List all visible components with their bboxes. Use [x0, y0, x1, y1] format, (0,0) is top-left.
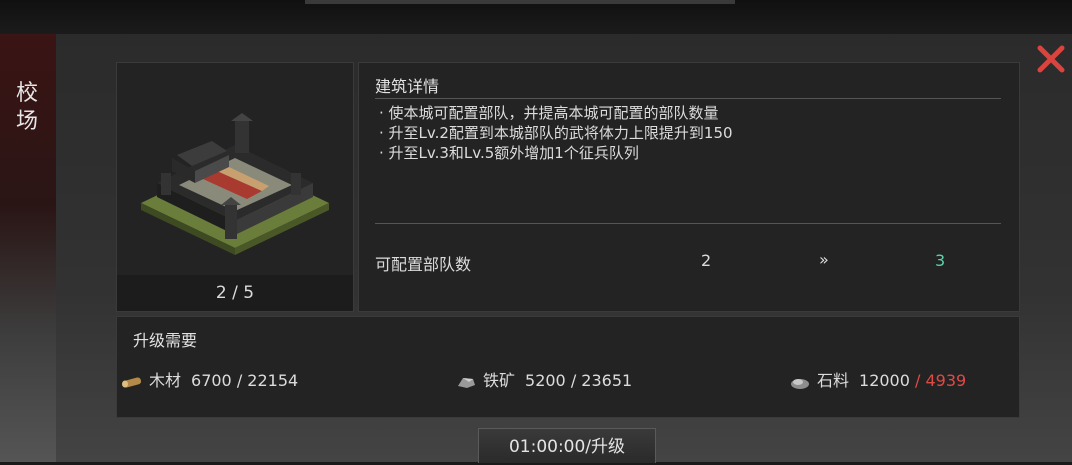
- resource-have: 22154: [247, 371, 299, 390]
- resource-have-insufficient: 4939: [925, 371, 967, 390]
- divider: [375, 98, 1001, 99]
- top-tab: [305, 0, 735, 4]
- upgrade-requirements-panel: 升级需要 木材 6700 / 22154 铁矿 5200 / 23651 石料 120…: [116, 316, 1020, 418]
- requirements-title: 升级需要: [133, 331, 198, 350]
- wood-icon: [122, 376, 142, 388]
- description-line: · 升至Lv.2配置到本城部队的武将体力上限提升到150: [379, 124, 733, 142]
- stat-label: 可配置部队数: [375, 255, 472, 274]
- description-line: · 使本城可配置部队，并提高本城可配置的部队数量: [379, 104, 719, 122]
- resource-wood: 木材 6700 / 22154: [121, 367, 298, 391]
- description-line: · 升至Lv.3和Lv.5额外增加1个征兵队列: [379, 144, 639, 162]
- building-detail-panel: 建筑详情 · 使本城可配置部队，并提高本城可配置的部队数量 · 升至Lv.2配置…: [358, 62, 1020, 312]
- resource-have: 23651: [581, 371, 633, 390]
- resource-separator: /: [565, 371, 582, 390]
- divider: [375, 223, 1001, 224]
- building-name: 校 场: [10, 80, 44, 136]
- building-level: 2 / 5: [117, 275, 353, 311]
- resource-need: 12000: [859, 371, 910, 390]
- building-name-char-2: 场: [15, 109, 38, 134]
- double-arrow-icon: »: [819, 250, 829, 269]
- detail-title: 建筑详情: [375, 77, 440, 96]
- resource-need: 5200: [525, 371, 566, 390]
- resource-iron-ore: 铁矿 5200 / 23651: [455, 367, 632, 391]
- resource-stone: 石料 12000 / 4939: [789, 367, 966, 391]
- stat-current-value: 2: [701, 251, 712, 270]
- building-image-panel: 2 / 5: [116, 62, 354, 312]
- stat-next-value: 3: [935, 251, 946, 270]
- close-icon[interactable]: [1036, 44, 1066, 74]
- detail-description: · 使本城可配置部队，并提高本城可配置的部队数量 · 升至Lv.2配置到本城部队…: [379, 103, 733, 163]
- resource-separator: /: [909, 371, 926, 390]
- upgrade-button[interactable]: 01:00:00/升级: [478, 428, 656, 463]
- building-name-char-1: 校: [15, 81, 38, 106]
- resource-separator: /: [231, 371, 248, 390]
- stone-icon: [791, 378, 809, 389]
- side-title-strip: 校 场: [0, 34, 56, 462]
- resource-need: 6700: [191, 371, 232, 390]
- resource-name: 木材: [149, 371, 182, 390]
- building-illustration: [141, 113, 329, 255]
- resource-name: 石料: [817, 371, 850, 390]
- iron-ore-icon: [458, 377, 475, 388]
- top-bar: [0, 0, 1072, 34]
- resource-name: 铁矿: [483, 371, 516, 390]
